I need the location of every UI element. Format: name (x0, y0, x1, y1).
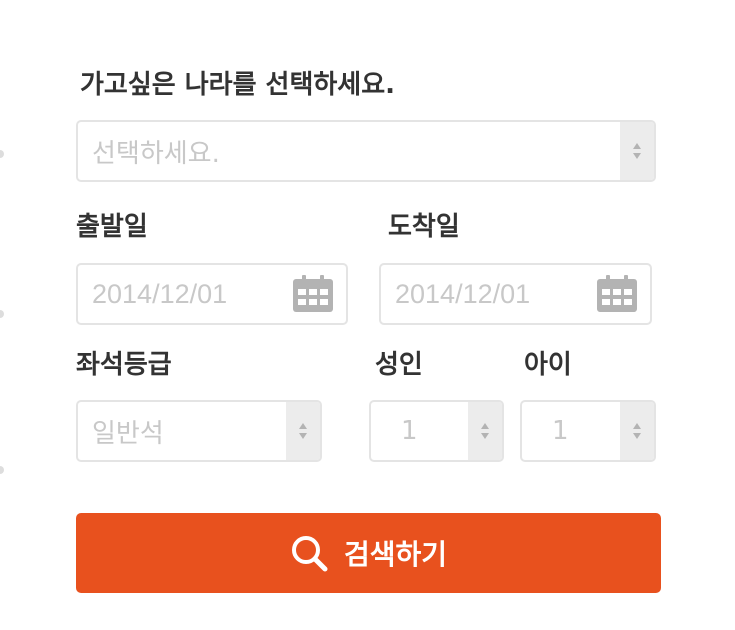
seat-class-spinner[interactable] (286, 402, 320, 460)
seat-class-value: 일반석 (92, 418, 164, 449)
flight-search-form: 가고싶은 나라를 선택하세요. 선택하세요. 출발일 2014/12/01 도착… (0, 0, 735, 630)
edge-marker (0, 150, 4, 158)
arrival-date-input[interactable]: 2014/12/01 (379, 263, 652, 325)
destination-select[interactable]: 선택하세요. (76, 120, 656, 182)
up-down-arrows-icon (633, 143, 641, 159)
adults-spinner[interactable] (468, 402, 502, 460)
departure-date-input[interactable]: 2014/12/01 (76, 263, 348, 325)
search-icon (291, 536, 328, 572)
children-select[interactable]: 1 (520, 400, 656, 462)
up-down-arrows-icon (481, 423, 489, 439)
edge-marker (0, 310, 4, 318)
destination-spinner[interactable] (620, 122, 654, 180)
up-down-arrows-icon (299, 423, 307, 439)
search-button-label: 검색하기 (343, 538, 448, 571)
children-spinner[interactable] (620, 402, 654, 460)
calendar-icon[interactable] (292, 275, 334, 313)
departure-label: 출발일 (76, 212, 148, 242)
adults-select[interactable]: 1 (369, 400, 504, 462)
destination-label: 가고싶은 나라를 선택하세요. (80, 70, 396, 100)
edge-marker (0, 466, 4, 474)
departure-date-value: 2014/12/01 (92, 278, 228, 309)
up-down-arrows-icon (633, 423, 641, 439)
destination-placeholder: 선택하세요. (92, 138, 220, 169)
calendar-icon[interactable] (596, 275, 638, 313)
arrival-date-value: 2014/12/01 (395, 278, 531, 309)
search-button[interactable]: 검색하기 (76, 513, 661, 593)
children-label: 아이 (524, 350, 572, 380)
children-value: 1 (552, 416, 569, 446)
adults-value: 1 (401, 416, 418, 446)
seat-class-select[interactable]: 일반석 (76, 400, 322, 462)
arrival-label: 도착일 (388, 212, 460, 242)
seat-class-label: 좌석등급 (76, 350, 172, 380)
adults-label: 성인 (375, 350, 423, 380)
